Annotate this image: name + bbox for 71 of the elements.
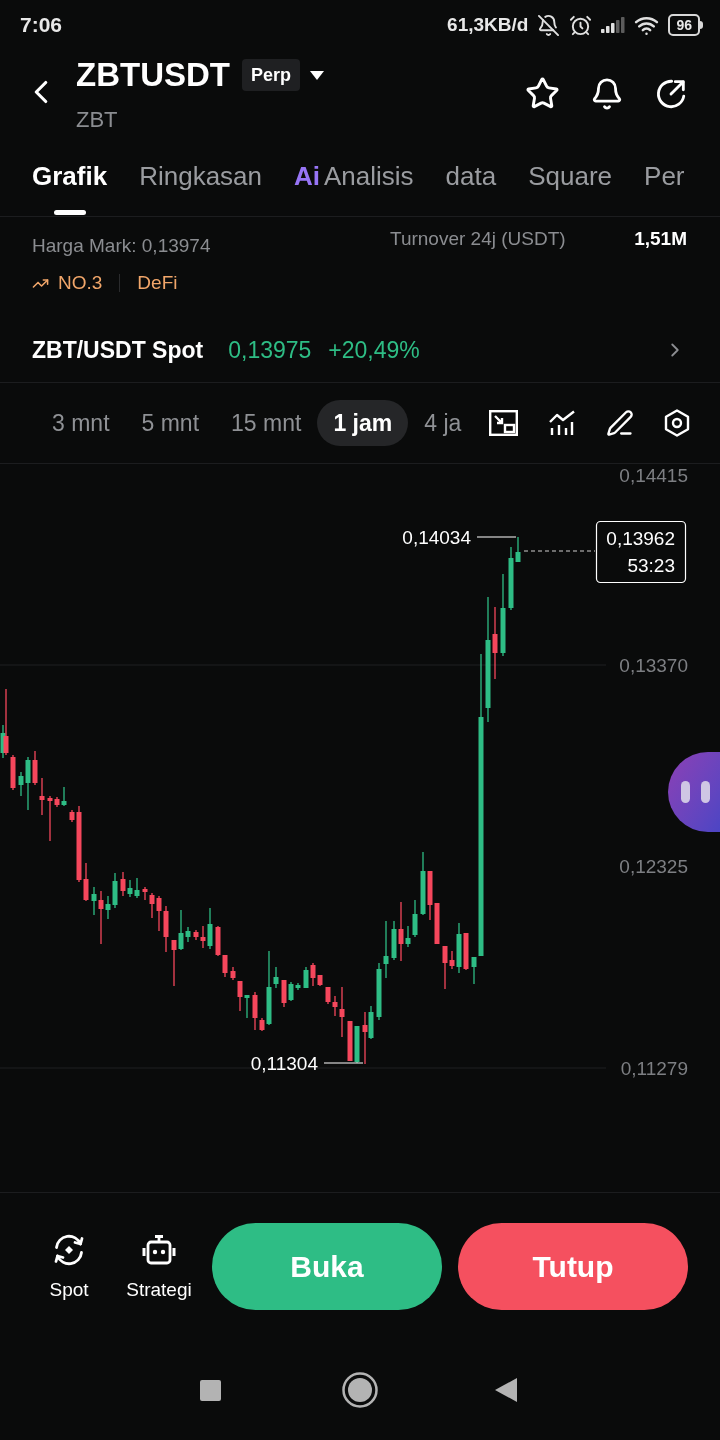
rising-candle <box>303 966 309 989</box>
last-price-label: 0,13962 <box>606 527 675 549</box>
back-icon[interactable] <box>495 1378 517 1402</box>
falling-candle <box>98 890 104 945</box>
turnover-value: 1,51M <box>634 227 687 251</box>
status-time: 7:06 <box>20 12 63 39</box>
rank-tag[interactable]: NO.3 <box>58 268 103 298</box>
price-axis-label: 0,12325 <box>619 855 688 877</box>
interval-tab[interactable]: 15 mnt <box>215 400 318 446</box>
high-price-label: 0,14034 <box>402 526 471 548</box>
interval-tab[interactable]: 5 mnt <box>125 400 216 446</box>
ai-label: Ai <box>294 159 320 193</box>
rising-candle <box>91 886 97 916</box>
eyes-icon <box>681 781 710 803</box>
mark-price: Harga Mark: 0,13974 <box>32 234 211 258</box>
falling-candle <box>171 939 177 987</box>
settings-icon[interactable] <box>664 409 690 437</box>
tab[interactable]: data <box>445 140 497 216</box>
battery-indicator: 96 <box>668 14 703 36</box>
rising-candle <box>354 1025 360 1064</box>
spot-change: +20,49% <box>328 335 420 365</box>
tab[interactable]: Square <box>528 140 613 216</box>
shortcut-button[interactable]: Spot <box>32 1231 106 1302</box>
turnover-label: Turnover 24j (USDT) <box>390 227 566 251</box>
spot-pair[interactable]: ZBT/USDT Spot <box>32 332 204 368</box>
circle-icon[interactable] <box>342 1372 378 1408</box>
base-asset: ZBT <box>76 106 118 134</box>
falling-candle <box>362 1011 368 1065</box>
tab[interactable]: Per <box>644 140 685 216</box>
rising-candle <box>368 1005 374 1040</box>
tab[interactable]: Grafik <box>32 140 108 216</box>
price-axis-label: 0,14415 <box>619 464 688 486</box>
contract-type-badge[interactable]: Perp <box>242 59 300 91</box>
signal-icon <box>601 17 626 33</box>
interval-tab[interactable]: 4 ja <box>408 400 478 446</box>
rising-candle <box>391 920 397 961</box>
spot-price: 0,13975 <box>228 335 312 365</box>
falling-candle <box>347 1020 353 1062</box>
tab-indicator <box>53 210 86 215</box>
falling-candle <box>463 932 469 971</box>
interval-tab[interactable]: 3 mnt <box>36 400 126 446</box>
price-axis-label: 0,13370 <box>619 654 688 676</box>
chart-indicators-icon[interactable] <box>548 410 576 436</box>
alarm-clock-icon <box>569 13 593 37</box>
rising-candle <box>456 922 462 974</box>
rising-candle <box>207 907 213 950</box>
square-icon[interactable] <box>200 1379 221 1401</box>
sector-tag[interactable]: DeFi <box>137 268 178 298</box>
rising-candle <box>420 851 426 916</box>
shortcut-button[interactable]: Strategi <box>119 1231 199 1302</box>
rising-candle <box>244 994 250 1019</box>
star-icon[interactable] <box>525 76 560 111</box>
network-speed: 61,3KB/d <box>447 12 529 37</box>
symbol-title: ZBTUSDT <box>76 55 230 95</box>
interval-tab[interactable]: 1 jam <box>317 400 409 446</box>
assistant-button[interactable] <box>668 752 720 832</box>
low-price-leader <box>323 1062 364 1064</box>
countdown-timer: 53:23 <box>627 554 675 576</box>
low-price-label: 0,11304 <box>250 1052 318 1074</box>
falling-candle <box>398 901 404 962</box>
tab[interactable]: Ringkasan <box>139 140 262 216</box>
bell-off-icon <box>537 13 561 37</box>
tab[interactable]: Ai Analisis <box>294 140 414 216</box>
falling-candle <box>281 979 287 1008</box>
price-axis-label: 0,11279 <box>620 1057 688 1079</box>
rising-candle <box>61 786 67 807</box>
high-price-leader <box>476 536 517 538</box>
pencil-icon[interactable] <box>606 409 634 437</box>
falling-candle <box>120 871 126 897</box>
caret-down-icon[interactable] <box>310 70 324 80</box>
bell-icon[interactable] <box>590 76 624 111</box>
